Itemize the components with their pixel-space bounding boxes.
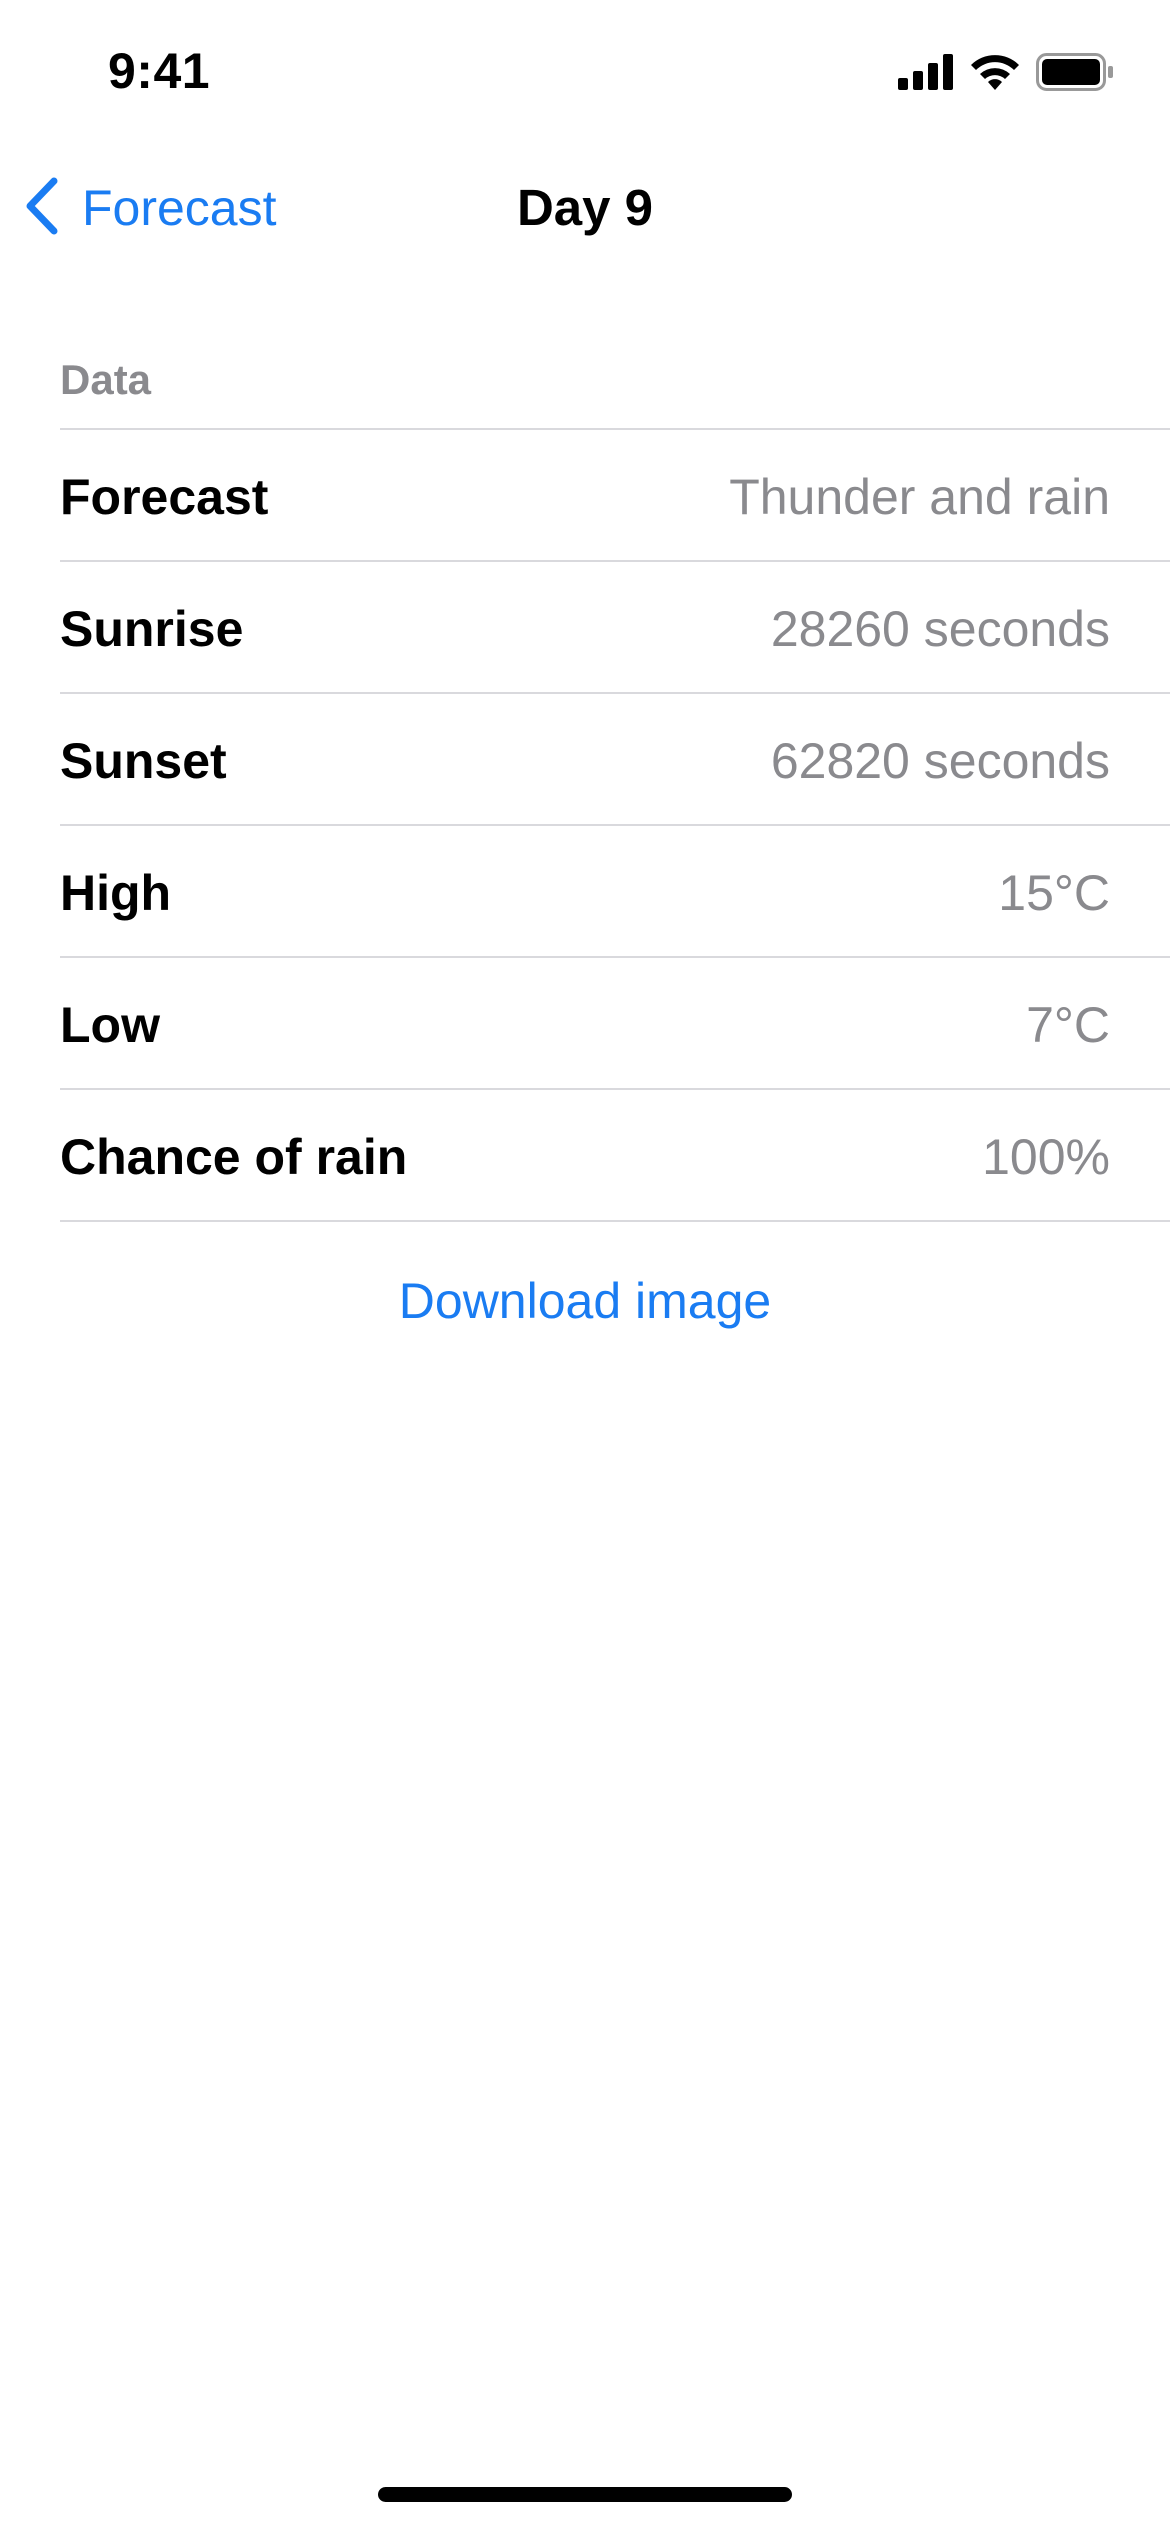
status-time: 9:41 (108, 43, 211, 99)
row-value: 62820 seconds (770, 733, 1110, 789)
list-item-sunset: Sunset 62820 seconds (60, 694, 1170, 826)
battery-icon (1036, 52, 1114, 96)
row-label: Forecast (60, 469, 269, 525)
list-item-sunrise: Sunrise 28260 seconds (60, 562, 1170, 694)
download-image-button[interactable]: Download image (0, 1272, 1170, 1330)
row-value: 28260 seconds (770, 601, 1110, 657)
wifi-icon (968, 52, 1022, 97)
data-list: Forecast Thunder and rain Sunrise 28260 … (0, 430, 1170, 1222)
row-label: Low (60, 997, 160, 1053)
row-value: 7°C (1026, 997, 1110, 1053)
navigation-bar: Forecast Day 9 (0, 160, 1170, 256)
row-label: Sunset (60, 733, 227, 789)
list-item-high: High 15°C (60, 826, 1170, 958)
status-bar: 9:41 (0, 0, 1170, 140)
section-header: Data (60, 356, 152, 403)
home-indicator[interactable] (378, 2487, 792, 2502)
row-label: Chance of rain (60, 1129, 408, 1185)
row-value: 100% (982, 1129, 1110, 1185)
page-title: Day 9 (516, 179, 654, 236)
status-icons (898, 52, 1114, 96)
cellular-signal-icon (898, 53, 954, 95)
row-label: High (60, 865, 172, 921)
list-item-forecast: Forecast Thunder and rain (60, 430, 1170, 562)
list-item-chance-of-rain: Chance of rain 100% (60, 1090, 1170, 1222)
list-item-low: Low 7°C (60, 958, 1170, 1090)
row-label: Sunrise (60, 601, 244, 657)
row-value: 15°C (998, 865, 1110, 921)
row-value: Thunder and rain (729, 469, 1110, 525)
